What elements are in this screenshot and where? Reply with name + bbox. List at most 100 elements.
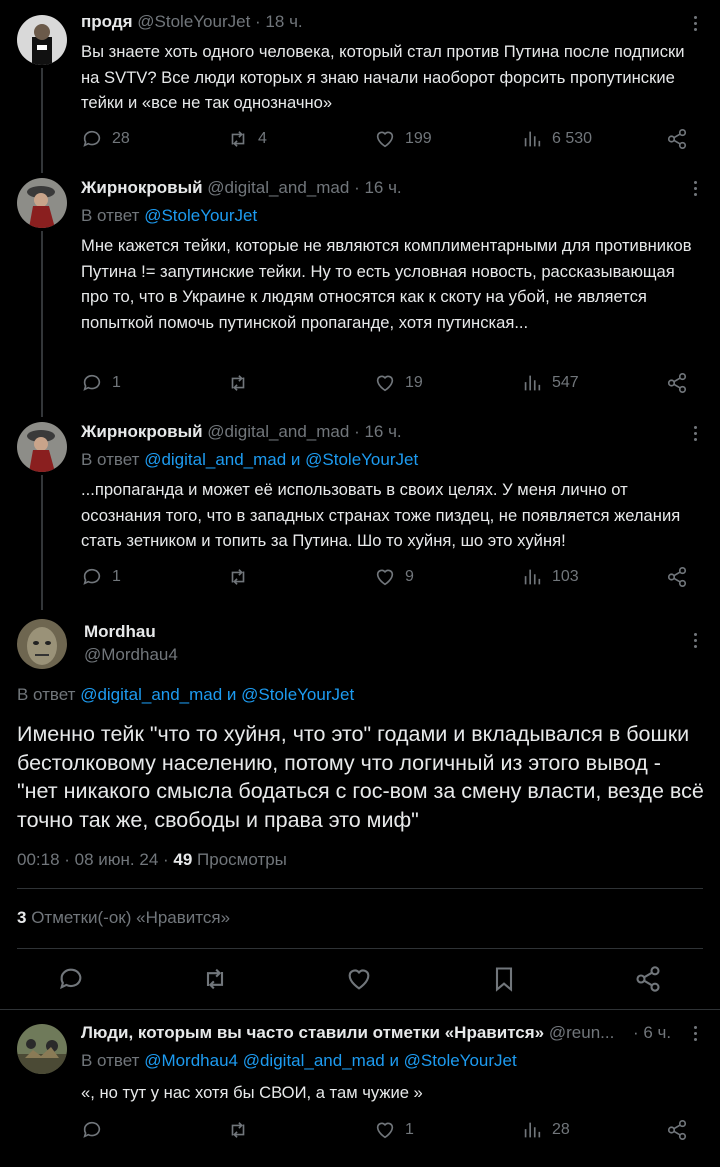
reply-context: В ответ @digital_and_mad и @StoleYourJet <box>81 450 418 470</box>
author-handle[interactable]: @digital_and_mad <box>207 178 349 197</box>
reply-icon <box>83 130 101 147</box>
views-button[interactable]: 28 <box>521 1119 570 1141</box>
reply-context: В ответ @Mordhau4 @digital_and_mad и @St… <box>81 1051 517 1071</box>
reply-mentions[interactable]: @Mordhau4 @digital_and_mad и @StoleYourJ… <box>144 1051 517 1070</box>
post-time: · 16 ч. <box>354 422 402 441</box>
like-icon <box>376 375 394 392</box>
reply-count: 1 <box>112 568 121 585</box>
share-icon[interactable] <box>634 965 662 993</box>
tweet-header: Жирнокровый @digital_and_mad · 16 ч. <box>81 178 402 198</box>
repost-button[interactable] <box>227 372 258 394</box>
tweet-text: Вы знаете хоть одного человека, который … <box>81 42 685 112</box>
more-icon[interactable] <box>694 426 698 444</box>
author-handle[interactable]: @reun... <box>549 1023 614 1042</box>
author-name[interactable]: Жирнокровый <box>81 178 203 197</box>
views-button[interactable]: 6 530 <box>521 128 592 150</box>
author-name[interactable]: продя <box>81 12 133 31</box>
reply-mentions[interactable]: @StoleYourJet <box>144 206 257 225</box>
avatar[interactable] <box>17 178 67 228</box>
reply-icon[interactable] <box>57 965 85 993</box>
like-count: 19 <box>405 374 423 391</box>
reply-button[interactable] <box>81 1119 112 1141</box>
views-button[interactable]: 103 <box>521 566 579 588</box>
reply-mentions[interactable]: @digital_and_mad и @StoleYourJet <box>144 450 418 469</box>
more-icon[interactable] <box>694 181 698 199</box>
reply-tweet[interactable]: Люди, которым вы часто ставили отметки «… <box>0 1010 720 1167</box>
reply-button[interactable]: 28 <box>81 128 130 150</box>
main-tweet-text: Именно тейк "что то хуйня, что это" года… <box>17 722 704 832</box>
more-icon[interactable] <box>694 633 698 651</box>
reply-context: В ответ @StoleYourJet <box>81 206 257 226</box>
repost-icon <box>231 131 245 147</box>
share-button[interactable] <box>666 128 688 150</box>
bookmark-icon[interactable] <box>490 965 518 993</box>
main-tweet: Mordhau @Mordhau4 В ответ @digital_and_m… <box>0 610 720 1010</box>
reply-prefix: В ответ <box>81 206 140 225</box>
share-button[interactable] <box>666 566 688 588</box>
like-button[interactable]: 9 <box>374 566 414 588</box>
repost-button[interactable] <box>227 566 258 588</box>
repost-count: 4 <box>258 130 267 147</box>
reply-count: 28 <box>112 130 130 147</box>
views-button[interactable]: 547 <box>521 372 579 394</box>
reply-mentions[interactable]: @digital_and_mad и @StoleYourJet <box>80 685 354 704</box>
tweet-actions: 1 28 <box>81 1119 701 1143</box>
divider <box>17 888 703 889</box>
author-handle[interactable]: @digital_and_mad <box>207 422 349 441</box>
like-count: 1 <box>405 1121 414 1138</box>
tweet-header: Жирнокровый @digital_and_mad · 16 ч. <box>81 422 402 442</box>
share-icon <box>667 373 687 393</box>
share-icon <box>667 567 687 587</box>
main-actions <box>0 965 720 995</box>
share-button[interactable] <box>666 1119 688 1141</box>
like-count: 199 <box>405 130 432 147</box>
thread-line <box>41 68 43 173</box>
author-name[interactable]: Жирнокровый <box>81 422 203 441</box>
views-count: 6 530 <box>552 130 593 147</box>
avatar[interactable] <box>17 1024 67 1074</box>
like-count: 9 <box>405 568 414 585</box>
share-icon <box>667 129 687 149</box>
avatar[interactable] <box>17 422 67 472</box>
divider <box>17 948 703 949</box>
repost-button[interactable] <box>227 1119 258 1141</box>
tweet-header: Люди, которым вы часто ставили отметки «… <box>81 1023 661 1043</box>
post-timestamp[interactable]: 00:18 · 08 июн. 24 · <box>17 850 169 869</box>
avatar[interactable] <box>17 619 67 669</box>
like-button[interactable]: 19 <box>374 372 423 394</box>
repost-icon <box>231 569 245 585</box>
author-handle[interactable]: @StoleYourJet <box>137 12 250 31</box>
thread-line <box>41 475 43 610</box>
like-button[interactable]: 199 <box>374 128 432 150</box>
reply-context: В ответ @digital_and_mad и @StoleYourJet <box>17 685 354 705</box>
tweet-3[interactable]: Жирнокровый @digital_and_mad · 16 ч. В о… <box>0 410 720 610</box>
tweet-2[interactable]: Жирнокровый @digital_and_mad · 16 ч. В о… <box>0 165 720 410</box>
share-button[interactable] <box>666 372 688 394</box>
reply-button[interactable]: 1 <box>81 566 121 588</box>
main-author-name[interactable]: Mordhau <box>84 622 156 642</box>
post-time: · 6 ч. <box>633 1023 672 1042</box>
likes-summary[interactable]: 3 Отметки(-ок) «Нравится» <box>17 908 230 928</box>
reply-button[interactable]: 1 <box>81 372 121 394</box>
repost-icon[interactable] <box>201 965 229 993</box>
avatar[interactable] <box>17 15 67 65</box>
like-icon[interactable] <box>345 965 373 993</box>
tweet-actions: 1 9 103 <box>81 566 701 590</box>
reply-icon <box>83 1121 101 1138</box>
main-author-handle[interactable]: @Mordhau4 <box>84 645 178 665</box>
thread-line <box>41 231 43 417</box>
repost-button[interactable]: 4 <box>227 128 267 150</box>
post-time: · 18 ч. <box>255 12 303 31</box>
like-icon <box>376 131 394 148</box>
tweet-text: Мне кажется тейки, которые не являются к… <box>81 236 692 332</box>
more-icon[interactable] <box>694 1026 698 1044</box>
tweet-actions: 1 19 547 <box>81 372 701 396</box>
more-icon[interactable] <box>694 16 698 34</box>
views-label: Просмотры <box>197 850 287 869</box>
like-button[interactable]: 1 <box>374 1119 414 1141</box>
author-name[interactable]: Люди, которым вы часто ставили отметки «… <box>81 1023 544 1042</box>
tweet-text: ...пропаганда и может её использовать в … <box>81 480 681 550</box>
repost-icon <box>231 375 245 391</box>
views-icon <box>524 131 541 147</box>
tweet-1[interactable]: продя @StoleYourJet · 18 ч. Вы знаете хо… <box>0 0 720 165</box>
